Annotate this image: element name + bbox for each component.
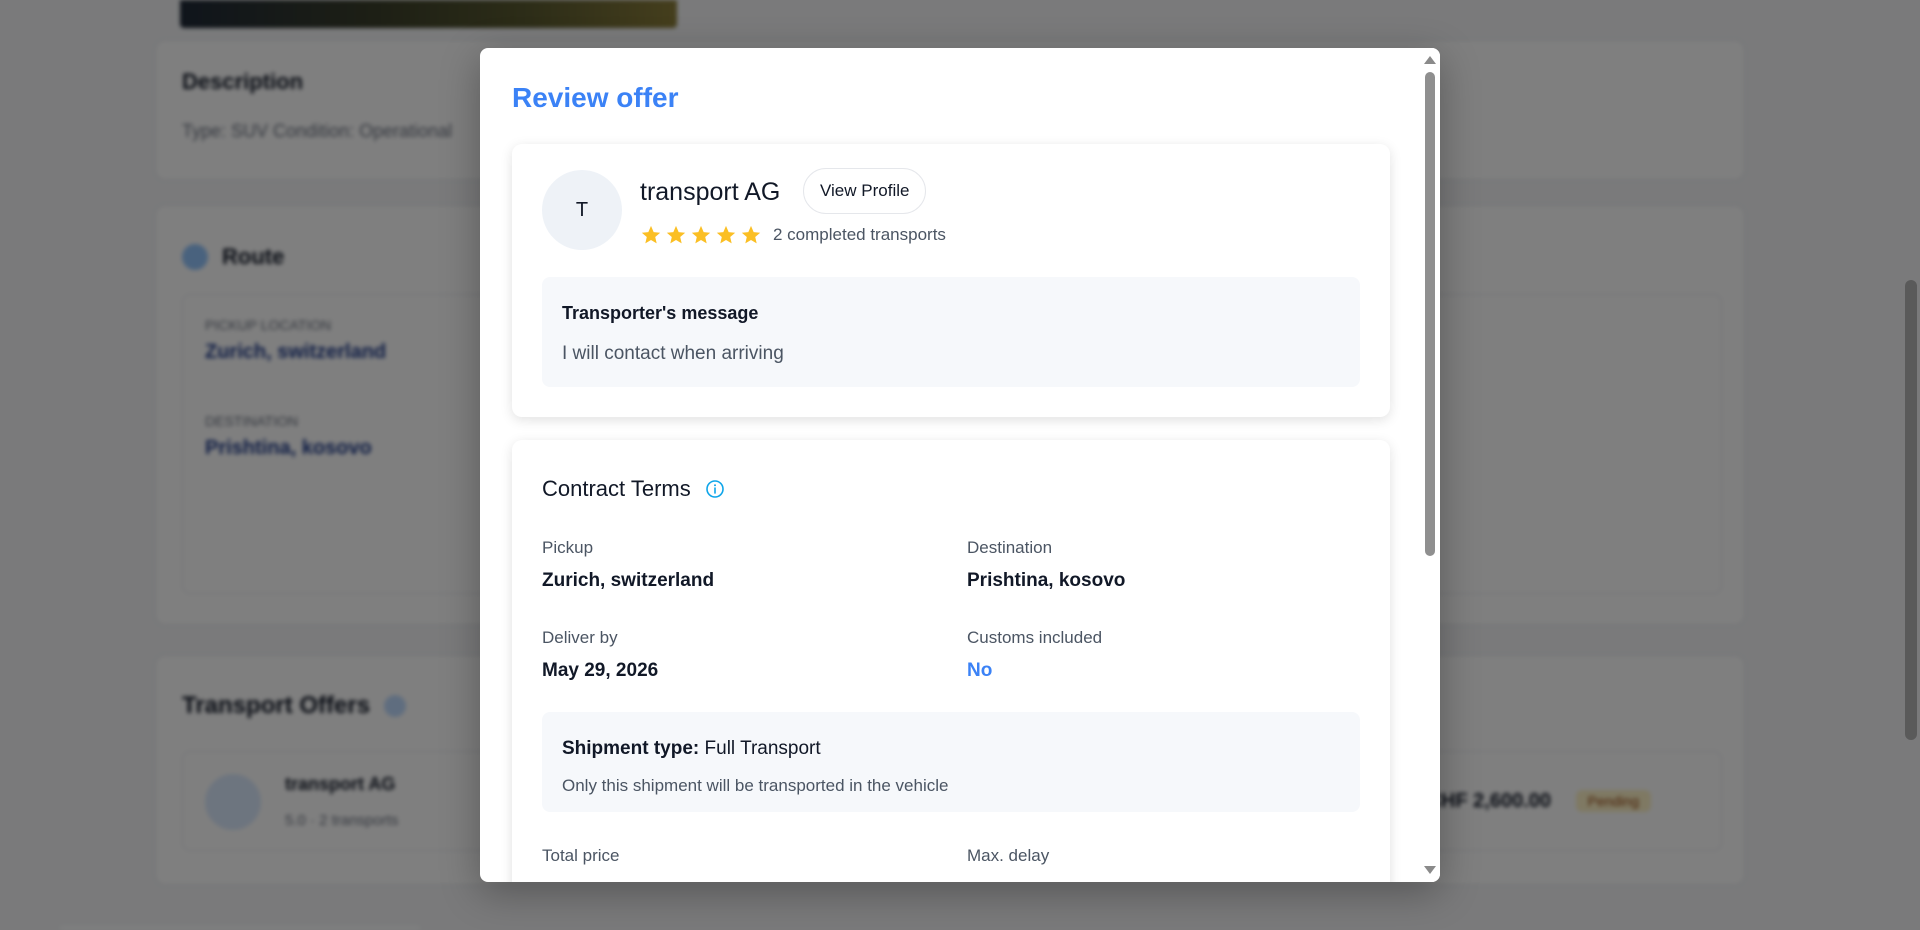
pickup-label: Pickup [542,538,594,557]
shipment-type-box: Shipment type: Full Transport Only this … [542,712,1360,812]
avatar: T [542,170,622,250]
shipment-type: Shipment type: Full Transport [562,738,821,759]
star-icon [666,225,686,244]
page-scrollbar[interactable] [1902,0,1920,930]
star-icon [691,225,711,244]
scroll-down-arrow[interactable] [1424,866,1436,874]
max-delay-label: Max. delay [967,846,1050,865]
scroll-thumb[interactable] [1425,72,1435,556]
shipment-type-description: Only this shipment will be transported i… [562,776,949,795]
scroll-up-arrow[interactable] [1424,56,1436,64]
completed-transports: 2 completed transports [773,225,946,244]
info-icon[interactable] [705,479,725,499]
message-text: I will contact when arriving [562,343,784,364]
page-scroll-thumb[interactable] [1905,280,1917,740]
rating-stars: 2 completed transports [640,224,946,246]
company-name: transport AG [640,178,781,206]
view-profile-button[interactable]: View Profile [803,168,927,214]
customs-label: Customs included [967,628,1103,647]
modal-scrollbar[interactable] [1420,48,1440,882]
transporter-message-box: Transporter's message I will contact whe… [542,277,1360,387]
contract-terms-title: Contract Terms [542,476,725,502]
contract-terms-card: Contract Terms Pickup Zurich, switzerlan… [512,440,1390,882]
deliver-by-value: May 29, 2026 [542,660,659,681]
transporter-profile-card: T transport AG View Profile 2 completed … [512,144,1390,417]
star-icon [741,225,761,244]
customs-value: No [967,660,993,681]
deliver-by-label: Deliver by [542,628,618,647]
destination-label: Destination [967,538,1053,557]
message-title: Transporter's message [562,303,759,323]
modal-content: Review offer T transport AG View Profile… [480,48,1420,882]
destination-value: Prishtina, kosovo [967,570,1126,591]
star-icon [716,225,736,244]
total-price-label: Total price [542,846,620,865]
review-offer-modal: Review offer T transport AG View Profile… [480,48,1440,882]
pickup-value: Zurich, switzerland [542,570,715,591]
modal-title: Review offer [512,82,679,113]
star-icon [641,225,661,244]
